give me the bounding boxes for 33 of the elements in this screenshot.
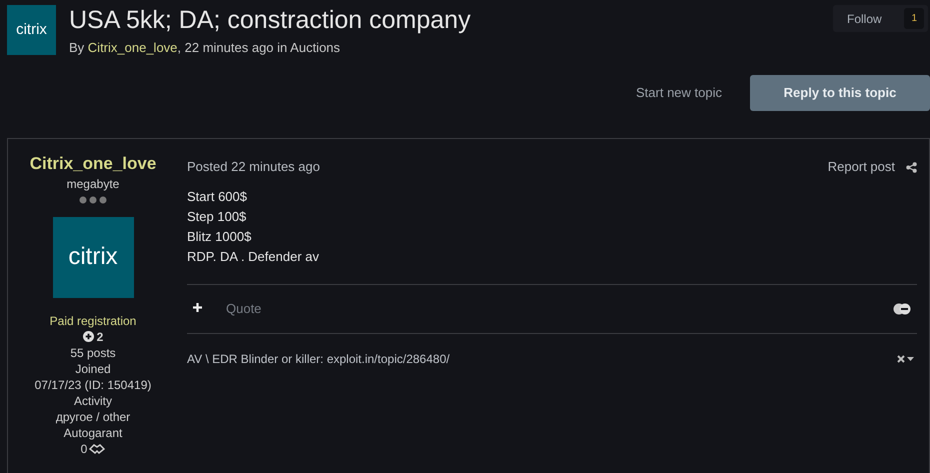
topic-meta: By Citrix_one_love, 22 minutes ago in Auctions [69,39,342,57]
post-signature: AV \ EDR Blinder or killer: exploit.in/topic/286480/ [187,351,451,368]
start-topic-link[interactable]: Start new topic [636,82,722,102]
topic-title: USA 5kk; DA; constraction company [69,5,472,35]
post-text-line: Blitz 1000$ [187,228,252,245]
autogarant-count: 0 [80,440,88,456]
post-text-line: Step 100$ [187,208,248,225]
post-text-line: Start 600$ [187,188,248,205]
follow-button[interactable]: Follow 1 [833,5,928,32]
joined-label: Joined [75,360,111,376]
share-icon[interactable] [906,162,917,174]
author-rank: megabyte [66,176,120,192]
report-post-link[interactable]: Report post [828,156,895,176]
author-group: Paid registration [50,312,136,328]
plus-circle-icon [82,331,94,342]
follower-count: 1 [904,8,924,29]
rank-dots-icon [79,196,107,204]
citrix-logo: citrix [7,5,56,55]
citrix-logo: citrix [52,216,134,298]
author-name[interactable]: Citrix_one_love [30,152,156,174]
close-dropdown-icon[interactable] [897,355,915,363]
activity-label: Activity [74,392,112,408]
activity-value: другое / other [56,408,130,424]
quote-button[interactable]: Quote [226,299,262,319]
reply-button[interactable]: Reply to this topic [750,74,930,110]
post-text-line: RDP. DA . Defender av [187,248,320,265]
joined-date: 07/17/23 (ID: 150419) [34,376,152,392]
reputation-count: 2 [96,328,104,344]
plus-icon[interactable] [193,302,202,312]
post-count: 55 posts [70,344,116,360]
toggle-icon[interactable] [893,303,911,315]
post-date: Posted 22 minutes ago [187,158,321,176]
autogarant-label: Autogarant [64,424,122,440]
